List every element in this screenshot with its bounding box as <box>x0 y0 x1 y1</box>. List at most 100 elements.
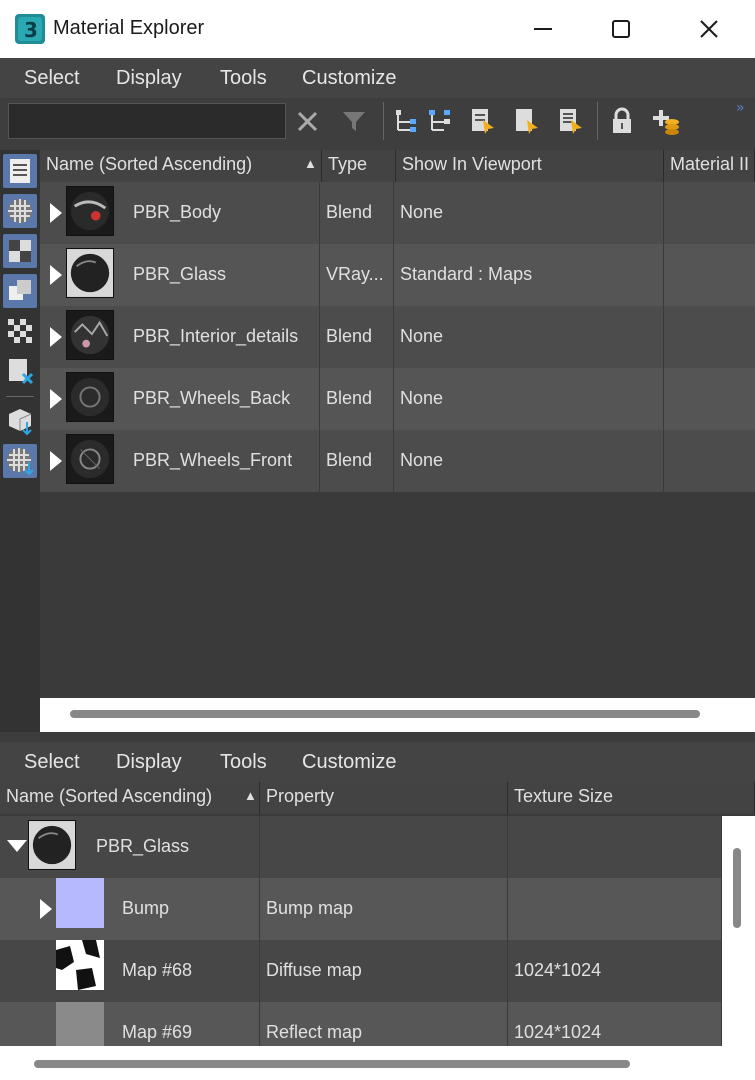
table-row[interactable]: PBR_Body Blend None <box>40 182 755 244</box>
column-header-type[interactable]: Type <box>322 150 396 182</box>
sort-ascending-icon: ▲ <box>244 788 257 803</box>
search-input[interactable] <box>8 103 286 139</box>
object-boxes-icon[interactable] <box>3 274 37 308</box>
list-view-icon[interactable] <box>3 154 37 188</box>
map-name: Map #69 <box>116 1002 260 1046</box>
material-type: Blend <box>320 368 394 430</box>
column-header-texture-size[interactable]: Texture Size <box>508 782 755 814</box>
scrollbar-thumb[interactable] <box>34 1060 630 1068</box>
map-name: Map #68 <box>116 940 260 1002</box>
map-property: Bump map <box>260 878 508 940</box>
menu-display[interactable]: Display <box>116 751 182 774</box>
map-swatch <box>56 878 104 928</box>
horizontal-scrollbar[interactable] <box>40 698 755 732</box>
material-name: PBR_Wheels_Front <box>126 430 320 492</box>
expand-arrow-icon[interactable] <box>50 327 62 347</box>
maximize-icon[interactable] <box>606 14 636 44</box>
column-header-name[interactable]: Name (Sorted Ascending) ▲ <box>0 782 260 814</box>
select-page-icon[interactable] <box>512 106 540 136</box>
table-row[interactable]: PBR_Wheels_Front Blend None <box>40 430 755 492</box>
vertical-scrollbar[interactable] <box>722 816 755 1048</box>
material-name: PBR_Wheels_Back <box>126 368 320 430</box>
menu-select[interactable]: Select <box>24 751 80 774</box>
unused-map-icon[interactable] <box>3 354 37 388</box>
object-assign-icon[interactable] <box>3 404 37 438</box>
scrollbar-thumb[interactable] <box>733 848 741 928</box>
collapse-arrow-icon[interactable] <box>7 840 27 852</box>
map-texture-size: 1024*1024 <box>508 940 722 1002</box>
map-name: Bump <box>116 878 260 940</box>
expand-arrow-icon[interactable] <box>50 389 62 409</box>
menu-select[interactable]: Select <box>24 67 80 90</box>
material-name: PBR_Glass <box>90 816 260 878</box>
title-bar: 3 Material Explorer <box>0 0 755 58</box>
material-viewport: Standard : Maps <box>394 244 664 306</box>
checker-map-icon[interactable] <box>3 234 37 268</box>
material-viewport: None <box>394 368 664 430</box>
menu-tools[interactable]: Tools <box>220 67 267 90</box>
toolbar-separator <box>597 102 598 140</box>
bottom-menu-bar: Select Display Tools Customize <box>0 742 755 782</box>
menu-tools[interactable]: Tools <box>220 751 267 774</box>
column-header-property[interactable]: Property <box>260 782 508 814</box>
toolbar-overflow-icon[interactable]: » <box>736 100 745 116</box>
horizontal-scrollbar[interactable] <box>0 1046 755 1080</box>
window-title: Material Explorer <box>53 17 205 39</box>
material-viewport: None <box>394 430 664 492</box>
table-row[interactable]: PBR_Wheels_Back Blend None <box>40 368 755 430</box>
table-row[interactable]: Bump Bump map <box>0 878 722 940</box>
material-details-panel: Select Display Tools Customize Name (Sor… <box>0 742 755 1080</box>
texture-size-cell <box>508 816 722 878</box>
material-thumbnail <box>66 186 114 236</box>
table-row[interactable]: PBR_Interior_details Blend None <box>40 306 755 368</box>
expand-arrow-icon[interactable] <box>50 451 62 471</box>
material-type: Blend <box>320 182 394 244</box>
hierarchy-icon[interactable] <box>392 106 420 136</box>
map-texture-size: 1024*1024 <box>508 1002 722 1046</box>
sub-map-icon[interactable] <box>3 314 37 348</box>
column-header-label: Name (Sorted Ascending) <box>46 154 253 174</box>
toolbar-separator <box>383 102 384 140</box>
hierarchy-alt-icon[interactable] <box>426 106 454 136</box>
map-property: Reflect map <box>260 1002 508 1046</box>
column-header-name[interactable]: Name (Sorted Ascending) ▲ <box>40 150 322 182</box>
map-texture-size <box>508 878 722 940</box>
view-sidebar <box>0 150 40 732</box>
filter-icon[interactable] <box>340 106 368 136</box>
menu-customize[interactable]: Customize <box>302 751 396 774</box>
lock-icon[interactable] <box>608 106 636 136</box>
close-icon[interactable] <box>694 14 724 44</box>
menu-display[interactable]: Display <box>116 67 182 90</box>
material-thumbnail <box>28 820 76 870</box>
material-viewport: None <box>394 306 664 368</box>
expand-arrow-icon[interactable] <box>50 203 62 223</box>
scene-materials-table: Name (Sorted Ascending) ▲ Type Show In V… <box>40 150 755 732</box>
map-property: Diffuse map <box>260 940 508 1002</box>
property-cell <box>260 816 508 878</box>
clear-search-icon[interactable] <box>294 106 322 136</box>
table-row[interactable]: Map #68 Diffuse map 1024*1024 <box>0 940 722 1002</box>
table-row[interactable]: PBR_Glass <box>0 816 722 878</box>
menu-customize[interactable]: Customize <box>302 67 396 90</box>
material-name: PBR_Glass <box>126 244 320 306</box>
material-type: VRay... <box>320 244 394 306</box>
minimize-icon[interactable] <box>528 14 558 44</box>
material-thumbnail <box>66 248 114 298</box>
table-row[interactable]: Map #69 Reflect map 1024*1024 <box>0 1002 722 1046</box>
column-header-material-id[interactable]: Material II <box>664 150 755 182</box>
sort-ascending-icon: ▲ <box>304 156 317 171</box>
material-assign-icon[interactable] <box>3 444 37 478</box>
material-type: Blend <box>320 430 394 492</box>
material-sphere-icon[interactable] <box>3 194 37 228</box>
toolbar: » <box>0 98 755 150</box>
expand-arrow-icon[interactable] <box>50 265 62 285</box>
expand-arrow-icon[interactable] <box>40 899 52 919</box>
sidebar-separator <box>6 396 34 397</box>
add-layer-icon[interactable] <box>652 106 680 136</box>
select-list-icon[interactable] <box>556 106 584 136</box>
scrollbar-thumb[interactable] <box>70 710 700 718</box>
table-row[interactable]: PBR_Glass VRay... Standard : Maps <box>40 244 755 306</box>
column-header-show-in-viewport[interactable]: Show In Viewport <box>396 150 664 182</box>
select-doc-icon[interactable] <box>468 106 496 136</box>
material-thumbnail <box>66 372 114 422</box>
